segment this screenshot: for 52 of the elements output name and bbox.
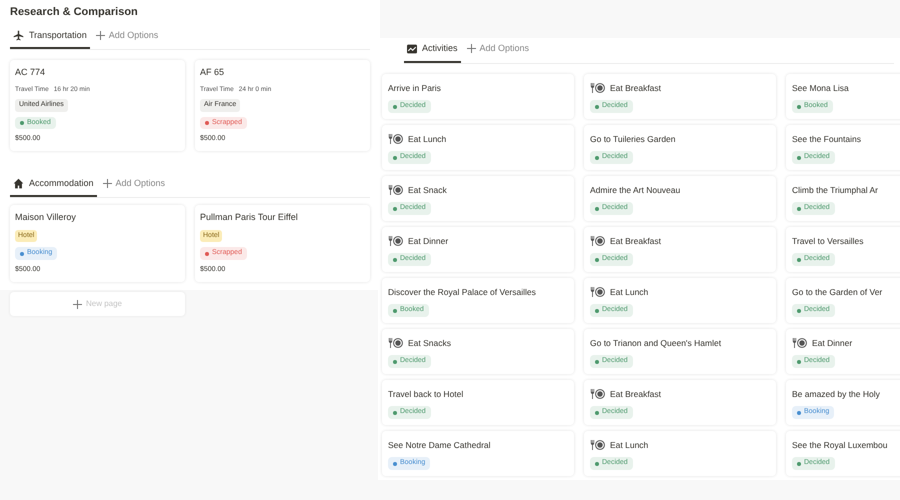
plus-icon [96, 30, 105, 40]
card-title: Eat Dinner [408, 234, 448, 248]
card-title: Go to Trianon and Queen's Hamlet [590, 336, 722, 350]
add-options-button[interactable]: Add Options [96, 28, 158, 49]
card-title: Eat Dinner [812, 336, 852, 350]
fork-plate-icon [388, 134, 403, 144]
card-title: See the Royal Luxembou [792, 438, 888, 452]
section-tab[interactable]: Accommodation [10, 176, 97, 198]
card-title: See the Fountains [792, 132, 861, 146]
card-title: Eat Lunch [610, 438, 648, 452]
card-title: Eat Snacks [408, 336, 451, 350]
card-title: Maison Villeroy [15, 211, 77, 224]
house-icon [13, 178, 24, 189]
card-title: Eat Lunch [408, 132, 446, 146]
fork-plate-icon [792, 338, 807, 348]
section-tab[interactable]: Transportation [10, 28, 90, 49]
page-title: Research & Comparison [10, 5, 139, 20]
card-title: Climb the Triumphal Ar [792, 184, 878, 196]
fork-plate-icon [590, 82, 605, 93]
fork-plate-icon [590, 388, 605, 399]
fork-plate-icon [590, 440, 605, 450]
fork-plate-icon [388, 184, 403, 195]
chart-icon [407, 44, 417, 54]
card-title: AC 774 [15, 66, 46, 79]
airplane-icon [13, 30, 24, 41]
fork-plate-icon [590, 236, 605, 246]
card-title: Eat Snack [408, 184, 447, 196]
card-title: Be amazed by the Holy [792, 388, 880, 400]
card-title: Eat Breakfast [610, 234, 662, 248]
card-title: Eat Breakfast [610, 82, 662, 94]
card-title: See Mona Lisa [792, 82, 849, 94]
card-title: Go to the Garden of Ver [792, 286, 882, 298]
fork-plate-icon [388, 338, 403, 348]
card-title: Arrive in Paris [388, 82, 441, 94]
card-title: Discover the Royal Palace of Versailles [388, 286, 536, 298]
card-title: Go to Tuileries Garden [590, 132, 676, 146]
card-title: Travel to Versailles [792, 234, 864, 248]
plus-icon [72, 300, 82, 309]
add-options-button[interactable]: Add Options [102, 176, 166, 198]
card-title: Admire the Art Nouveau [590, 184, 680, 196]
add-options-button[interactable]: Add Options [466, 42, 530, 62]
card-title: See Notre Dame Cathedral [388, 438, 491, 452]
card-title: Eat Breakfast [610, 388, 662, 400]
card-title: Pullman Paris Tour Eiffel [200, 211, 299, 224]
plus-icon [102, 179, 112, 188]
fork-plate-icon [590, 286, 605, 297]
section-tab[interactable]: Activities [404, 42, 461, 62]
fork-plate-icon [388, 236, 403, 246]
card-title: Eat Lunch [610, 286, 648, 298]
card-title: AF 65 [200, 66, 226, 79]
card-title: Travel back to Hotel [388, 388, 464, 400]
plus-icon [466, 44, 476, 54]
